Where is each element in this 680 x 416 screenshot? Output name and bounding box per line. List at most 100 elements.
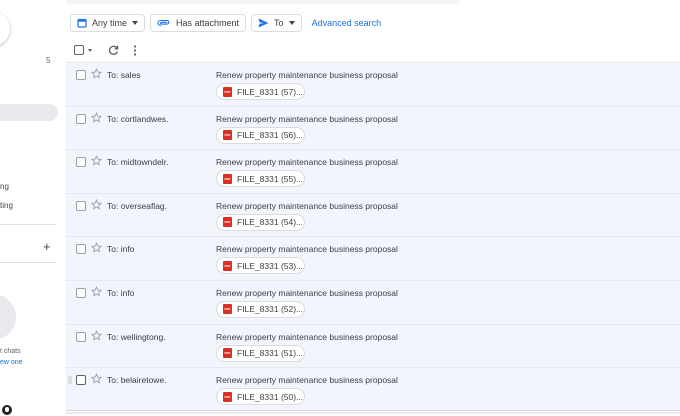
pdf-icon [223,217,232,228]
attachment-filename: FILE_8331 (53)... [237,260,304,271]
row-checkbox[interactable] [76,287,86,298]
list-bottom-divider [66,412,680,414]
recipient: To: wellingtong. [107,331,166,342]
pdf-icon [223,86,232,97]
attachment-chip[interactable]: FILE_8331 (50)... [216,388,305,406]
sidebar-item-label-2[interactable]: ting [0,201,13,210]
search-filter-chips: Any time Has attachment To Advanced sear… [70,14,381,32]
row-checkbox[interactable] [76,113,86,124]
pdf-icon [223,304,232,315]
any-time-label: Any time [92,18,128,28]
select-all-checkbox[interactable] [74,45,84,55]
star-icon[interactable] [91,111,102,123]
email-row[interactable]: To: belairetowe. Renew property maintena… [66,367,680,411]
compose-button[interactable] [0,12,10,46]
attachment-filename: FILE_8331 (52)... [237,304,304,315]
email-subject: Renew property maintenance business prop… [216,200,398,211]
chevron-down-icon[interactable] [88,48,92,52]
main-panel: Any time Has attachment To Advanced sear… [66,0,680,416]
chat-empty-text: t chats [0,348,21,355]
row-checkbox[interactable] [76,157,86,168]
attachment-filename: FILE_8331 (57)... [237,86,304,97]
attachment-chip[interactable]: FILE_8331 (52)... [216,300,305,318]
row-checkbox[interactable] [76,244,86,255]
row-checkbox[interactable] [76,200,86,211]
more-vert-icon[interactable] [133,44,137,56]
star-icon[interactable] [91,329,102,341]
has-attachment-chip[interactable]: Has attachment [150,14,247,32]
email-subject: Renew property maintenance business prop… [216,157,398,168]
left-sidebar: 5 ng ting + t chats ew one [0,0,66,416]
attachment-chip[interactable]: FILE_8331 (53)... [216,257,305,275]
attachment-filename: FILE_8331 (51)... [237,348,304,359]
search-bar-edge [66,0,460,4]
star-icon[interactable] [91,198,102,210]
chevron-down-icon [288,21,295,25]
email-row[interactable]: To: midtowndelr. Renew property maintena… [66,149,680,193]
sidebar-divider [0,224,56,225]
email-row[interactable]: To: wellingtong. Renew property maintena… [66,323,680,368]
recipient: To: cortlandwes. [107,113,169,124]
email-row[interactable]: To: info Renew property maintenance busi… [66,236,680,280]
chevron-down-icon [132,21,139,25]
recipient: To: overseaflag. [107,200,168,211]
attachment-chip[interactable]: FILE_8331 (57)... [216,83,305,100]
pdf-icon [223,130,232,141]
start-new-chat-link[interactable]: ew one [0,359,23,366]
attachment-filename: FILE_8331 (56)... [237,130,304,141]
email-subject: Renew property maintenance business prop… [216,375,398,386]
attachment-filename: FILE_8331 (54)... [237,217,304,228]
pdf-icon [223,348,232,359]
email-row[interactable]: To: info Renew property maintenance busi… [66,279,680,324]
email-subject: Renew property maintenance business prop… [216,113,398,124]
recipient: To: info [107,244,135,255]
any-time-chip[interactable]: Any time [70,14,146,32]
attachment-chip[interactable]: FILE_8331 (54)... [216,213,305,231]
to-label: To [274,18,284,28]
email-subject: Renew property maintenance business prop… [216,287,398,298]
row-checkbox[interactable] [76,331,86,342]
attachment-filename: FILE_8331 (55)... [237,173,304,184]
row-checkbox[interactable] [76,375,86,386]
email-row[interactable]: To: overseaflag. Renew property maintena… [66,192,680,237]
recipient: To: belairetowe. [107,375,167,386]
attachment-chip[interactable]: FILE_8331 (55)... [216,170,305,188]
support-icon[interactable] [2,405,12,415]
attachment-filename: FILE_8331 (50)... [237,391,304,402]
attachment-chip[interactable]: FILE_8331 (51)... [216,344,305,362]
email-list: To: sales Renew property maintenance bus… [66,62,680,411]
sidebar-item-label-1[interactable]: ng [0,182,9,191]
attachment-icon [157,19,170,27]
recipient: To: info [107,287,135,298]
attachment-chip[interactable]: FILE_8331 (56)... [216,126,305,144]
star-icon[interactable] [91,68,102,79]
calendar-icon [77,18,87,28]
recipient: To: sales [107,70,141,80]
star-icon[interactable] [91,286,102,297]
email-subject: Renew property maintenance business prop… [216,331,398,342]
list-toolbar [74,42,137,58]
pdf-icon [223,173,232,184]
email-subject: Renew property maintenance business prop… [216,70,398,80]
select-all-control[interactable] [74,45,92,55]
pdf-icon [223,391,232,402]
send-icon [258,18,269,28]
row-checkbox[interactable] [76,70,86,80]
star-icon[interactable] [91,155,102,166]
email-row[interactable]: To: cortlandwes. Renew property maintena… [66,105,680,150]
star-icon[interactable] [91,373,102,384]
add-label-icon[interactable]: + [43,240,51,253]
to-chip[interactable]: To [251,14,302,32]
email-subject: Renew property maintenance business prop… [216,244,398,255]
pdf-icon [223,260,232,271]
refresh-icon[interactable] [108,45,119,56]
advanced-search-link[interactable]: Advanced search [312,18,382,28]
star-icon[interactable] [91,242,102,253]
sidebar-divider-2 [0,262,56,263]
recipient: To: midtowndelr. [107,157,169,168]
inbox-count-badge: 5 [46,56,51,65]
drag-handle-icon[interactable] [68,376,72,385]
has-attachment-label: Has attachment [176,18,240,28]
sidebar-item-active[interactable] [0,104,58,121]
email-row[interactable]: To: sales Renew property maintenance bus… [66,62,680,106]
